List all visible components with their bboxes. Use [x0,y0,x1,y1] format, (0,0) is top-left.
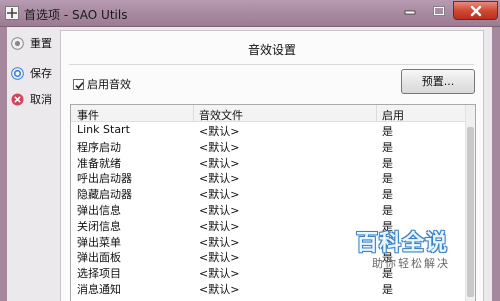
sound-file-cell: <默认> [199,282,240,296]
enabled-cell: 是 [382,140,393,154]
sound-file-cell: <默认> [199,188,240,202]
sound-file-cell: <默认> [199,203,240,217]
enable-sound-option[interactable]: 启用音效 [73,76,131,92]
maximize-icon [432,5,445,16]
watermark-title: 百科全说 [356,231,449,256]
save-label: 保存 [30,67,52,80]
column-header-sound-file[interactable]: 音效文件 [199,107,243,123]
sidebar: 重置 保存 取消 [7,27,60,301]
event-cell: 选择项目 [77,267,121,281]
enable-sound-checkbox[interactable] [73,78,84,90]
table-row[interactable]: Link Start <默认> 是 [71,122,467,138]
app-icon [5,6,19,20]
column-header-enabled[interactable]: 启用 [382,107,404,123]
close-button[interactable] [453,1,498,20]
title-bar: 首选项 - SAO Utils [0,0,500,27]
sound-file-cell: <默认> [199,156,240,170]
watermark-logo: 百科全说 助你轻松解决 [356,225,476,275]
column-divider[interactable] [193,105,194,122]
event-cell: 弹出菜单 [77,235,121,249]
sound-file-cell: <默认> [199,235,240,249]
enabled-cell: 是 [382,282,393,296]
window-title: 首选项 - SAO Utils [24,8,128,22]
close-icon [470,5,481,16]
sound-file-cell: <默认> [199,140,240,154]
cancel-label: 取消 [30,93,52,106]
event-cell: 弹出面板 [77,251,121,265]
cancel-button[interactable]: 取消 [11,90,52,108]
table-row[interactable]: 隐藏启动器 <默认> 是 [71,185,467,201]
event-cell: 呼出启动器 [77,172,132,186]
event-cell: 程序启动 [77,140,121,154]
checkmark-icon [75,81,84,89]
enabled-cell: 是 [382,125,393,138]
column-header-event[interactable]: 事件 [77,107,99,123]
save-button[interactable]: 保存 [11,64,52,82]
enable-sound-label: 启用音效 [87,78,131,91]
table-header: 事件 音效文件 启用 [71,105,467,122]
table-row[interactable]: 消息通知 <默认> 是 [71,280,467,296]
sound-file-cell: <默认> [199,219,240,233]
event-cell: 隐藏启动器 [77,188,132,202]
event-cell: 消息通知 [77,282,121,296]
divider [69,64,474,65]
window-border-left [0,27,7,301]
cancel-icon [11,93,24,105]
reset-button[interactable]: 重置 [11,34,52,52]
table-row[interactable]: 准备就绪 <默认> 是 [71,154,467,170]
event-cell: 弹出信息 [77,203,121,217]
table-row[interactable]: 呼出启动器 <默认> 是 [71,169,467,185]
table-row[interactable]: 弹出信息 <默认> 是 [71,201,467,217]
enabled-cell: 是 [382,172,393,186]
preset-button[interactable]: 预置... [401,69,475,94]
sound-file-cell: <默认> [199,267,240,281]
sound-file-cell: <默认> [199,125,240,138]
sound-file-cell: <默认> [199,172,240,186]
sound-file-cell: <默认> [199,251,240,265]
minimize-button[interactable] [395,1,425,20]
minimize-icon [404,10,416,14]
enabled-cell: 是 [382,156,393,170]
enabled-cell: 是 [382,203,393,217]
maximize-button[interactable] [425,1,452,20]
column-divider[interactable] [376,105,377,122]
reset-icon [11,36,24,50]
event-cell: 关闭信息 [77,219,121,233]
reset-label: 重置 [30,37,52,50]
table-row[interactable]: 程序启动 <默认> 是 [71,138,467,154]
watermark-subtitle: 助你轻松解决 [372,257,450,270]
enabled-cell: 是 [382,188,393,202]
event-cell: 准备就绪 [77,156,121,170]
window-border-right [492,27,500,301]
save-icon [11,66,24,80]
event-cell: Link Start [77,123,130,136]
panel-title: 音效设置 [247,43,296,57]
